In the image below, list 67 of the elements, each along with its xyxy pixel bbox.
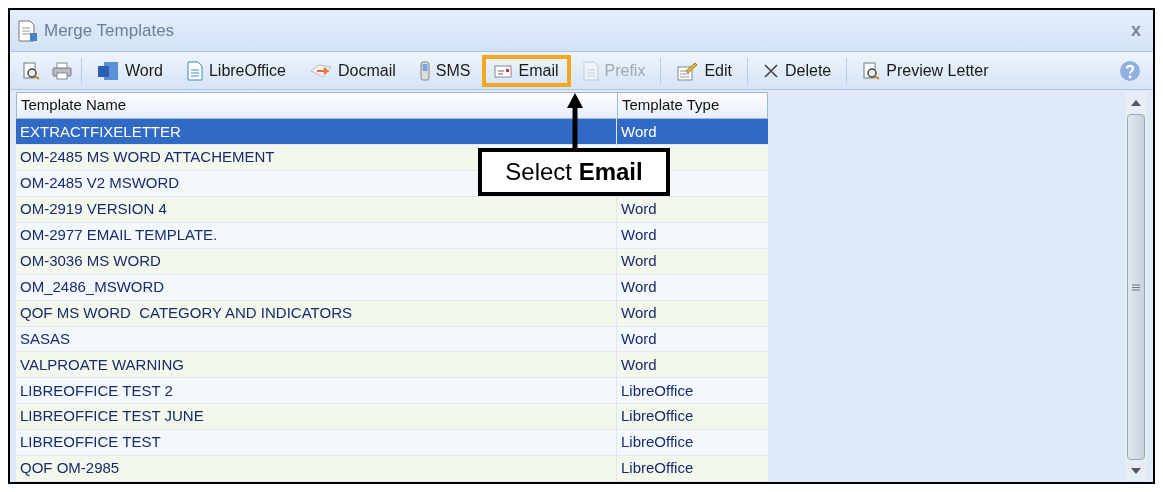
template-type: LibreOffice xyxy=(621,458,694,479)
template-type: LibreOffice xyxy=(621,432,694,453)
window-title: Merge Templates xyxy=(44,19,176,42)
scroll-down-icon[interactable] xyxy=(1130,466,1142,476)
envelope-icon xyxy=(494,63,513,78)
envelope-arrow-icon xyxy=(310,62,332,79)
template-type: Word xyxy=(621,302,657,323)
magnifier-page-icon xyxy=(862,61,881,80)
template-name: VALPROATE WARNING xyxy=(20,354,184,375)
table-row[interactable]: LIBREOFFICE TEST LibreOffice xyxy=(16,430,768,457)
callout-tooltip: Select Email xyxy=(478,148,670,196)
template-name: OM-2919 VERSION 4 xyxy=(20,199,167,220)
document-icon xyxy=(582,60,599,81)
scrollbar[interactable] xyxy=(1125,92,1147,482)
template-type: Word xyxy=(621,328,657,349)
template-name: SASAS xyxy=(20,328,71,349)
edit-form-icon xyxy=(676,60,699,81)
template-name: OM_2486_MSWORD xyxy=(20,276,165,297)
toolbar-button[interactable]: Docmail xyxy=(298,54,408,87)
phone-icon xyxy=(419,60,430,81)
table-row[interactable]: LIBREOFFICE TEST 2 LibreOffice xyxy=(16,378,768,405)
template-type: Word xyxy=(621,225,657,246)
toolbar-button[interactable]: LibreOffice xyxy=(174,54,298,87)
template-name: EXTRACTFIXELETTER xyxy=(20,121,181,142)
column-header[interactable]: Template Type xyxy=(617,93,767,119)
template-type: LibreOffice xyxy=(621,406,694,427)
document-icon xyxy=(18,19,38,42)
table-row[interactable]: OM-3036 MS WORD Word xyxy=(16,248,768,275)
template-type: Word xyxy=(621,251,657,272)
table-row[interactable]: QOF OM-2985 LibreOffice xyxy=(16,456,768,482)
table-row[interactable]: LIBREOFFICE TEST JUNE LibreOffice xyxy=(16,404,768,431)
table-row[interactable]: EXTRACTFIXELETTER Word xyxy=(16,119,768,146)
template-type: Word xyxy=(621,199,657,220)
magnifier-page-icon xyxy=(22,61,40,80)
toolbar-button[interactable]: SMS xyxy=(407,54,483,87)
template-name: QOF MS WORD CATEGORY AND INDICATORS xyxy=(20,302,352,323)
table-row[interactable]: OM_2486_MSWORD Word xyxy=(16,274,768,301)
template-type: Word xyxy=(621,354,657,375)
word-document-icon xyxy=(97,60,119,81)
document-icon xyxy=(186,60,203,81)
toolbar-button[interactable]: Edit xyxy=(664,54,744,87)
template-name: LIBREOFFICE TEST JUNE xyxy=(20,406,204,427)
template-name: LIBREOFFICE TEST xyxy=(20,432,161,453)
template-type: LibreOffice xyxy=(621,380,694,401)
template-name: OM-3036 MS WORD xyxy=(20,251,161,272)
template-name: QOF OM-2985 xyxy=(20,458,120,479)
toolbar-button[interactable]: Email xyxy=(482,54,571,87)
table-row[interactable]: OM-2919 VERSION 4 Word xyxy=(16,197,768,223)
template-name: OM-2485 V2 MSWORD xyxy=(20,173,180,194)
table-row[interactable]: QOF MS WORD CATEGORY AND INDICATORS Word xyxy=(16,300,768,327)
template-type: Word xyxy=(621,121,657,142)
callout-arrow xyxy=(566,92,584,148)
scroll-up-icon[interactable] xyxy=(1130,98,1142,108)
template-name: LIBREOFFICE TEST 2 xyxy=(20,380,173,401)
table-row[interactable]: OM-2977 EMAIL TEMPLATE. Word xyxy=(16,222,768,249)
toolbar-button[interactable]: Delete xyxy=(751,54,844,87)
delete-icon xyxy=(763,62,779,79)
template-name: OM-2977 EMAIL TEMPLATE. xyxy=(20,225,218,246)
toolbar-button[interactable]: Word xyxy=(85,54,175,87)
template-type: Word xyxy=(621,276,657,297)
table-row[interactable]: VALPROATE WARNING Word xyxy=(16,352,768,379)
grip-icon xyxy=(1132,283,1140,291)
printer-icon xyxy=(52,61,72,80)
toolbar-button[interactable]: Preview Letter xyxy=(850,54,1001,87)
column-header[interactable]: Template Name xyxy=(17,93,617,119)
table-row[interactable]: SASAS Word xyxy=(16,326,768,353)
template-name: OM-2485 MS WORD ATTACHEMENT xyxy=(20,147,275,168)
